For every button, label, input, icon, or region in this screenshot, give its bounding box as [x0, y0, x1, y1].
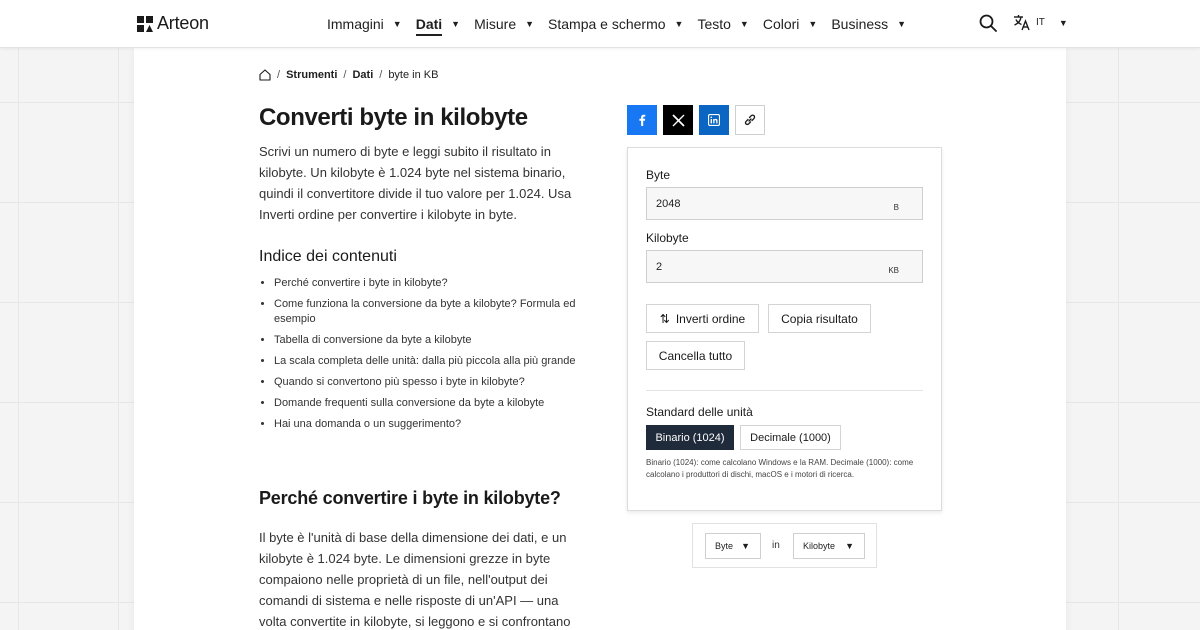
language-selector[interactable]: IT ▼	[1013, 14, 1068, 31]
breadcrumb-strumenti[interactable]: Strumenti	[286, 69, 337, 81]
table-of-contents: Perché convertire i byte in kilobyte? Co…	[274, 276, 584, 438]
home-icon[interactable]	[259, 69, 271, 81]
toc-item[interactable]: Come funziona la conversione da byte a k…	[274, 297, 584, 327]
link-icon	[744, 114, 756, 126]
chevron-down-icon: ▼	[674, 19, 684, 29]
copy-link-button[interactable]	[735, 105, 765, 135]
chevron-down-icon: ▼	[808, 19, 818, 29]
nav-item-dati[interactable]: Dati ▼	[415, 0, 461, 48]
nav-item-immagini[interactable]: Immagini ▼	[327, 0, 402, 48]
byte-input-value: 2048	[656, 197, 681, 210]
nav-item-business[interactable]: Business ▼	[831, 0, 906, 48]
decimal-standard-button[interactable]: Decimale (1000)	[740, 425, 841, 450]
clear-all-label: Cancella tutto	[658, 348, 733, 363]
chevron-down-icon: ▼	[741, 541, 750, 551]
breadcrumb-current: byte in KB	[388, 69, 439, 81]
copy-result-button[interactable]: Copia risultato	[768, 304, 871, 333]
translate-icon	[1014, 15, 1030, 31]
toc-item[interactable]: Domande frequenti sulla conversione da b…	[274, 396, 584, 411]
swap-order-label: Inverti ordine	[675, 311, 746, 326]
binary-standard-button[interactable]: Binario (1024)	[646, 425, 734, 450]
unit-standard-note: Binario (1024): come calcolano Windows e…	[646, 458, 914, 479]
nav-item-misure[interactable]: Misure ▼	[474, 0, 534, 48]
unit-connector-label: in	[772, 540, 780, 551]
share-bar	[627, 105, 765, 135]
toc-item[interactable]: Quando si convertono più spesso i byte i…	[274, 375, 584, 390]
toc-item[interactable]: La scala completa delle unità: dalla più…	[274, 354, 584, 369]
nav-item-stampa-e-schermo[interactable]: Stampa e schermo ▼	[548, 0, 683, 48]
x-icon	[671, 113, 685, 127]
chevron-down-icon: ▼	[739, 19, 749, 29]
search-button[interactable]	[979, 14, 999, 34]
byte-unit-suffix: B	[893, 203, 899, 212]
decimal-standard-label: Decimale (1000)	[750, 431, 831, 444]
chevron-down-icon: ▼	[392, 19, 402, 29]
binary-standard-label: Binario (1024)	[655, 431, 725, 444]
toc-item[interactable]: Hai una domanda o un suggerimento?	[274, 417, 584, 432]
search-icon	[979, 14, 997, 32]
unit-pair-selector: Byte ▼ in Kilobyte ▼	[692, 523, 877, 568]
nav-item-testo[interactable]: Testo ▼	[697, 0, 748, 48]
share-facebook-button[interactable]	[627, 105, 657, 135]
nav-label: Colori	[762, 16, 800, 32]
swap-order-button[interactable]: ⇅ Inverti ordine	[646, 304, 759, 333]
chevron-down-icon: ▼	[451, 19, 461, 29]
unit-standard-title: Standard delle unità	[646, 405, 753, 419]
language-code: IT	[1036, 17, 1045, 28]
nav-label: Dati	[415, 16, 443, 36]
copy-result-label: Copia risultato	[781, 311, 858, 326]
arteon-logo-icon	[137, 15, 153, 32]
linkedin-icon	[708, 114, 720, 126]
nav-label: Stampa e schermo	[548, 16, 666, 32]
nav-label: Misure	[474, 16, 517, 32]
share-x-button[interactable]	[663, 105, 693, 135]
nav-item-colori[interactable]: Colori ▼	[763, 0, 818, 48]
page-title: Converti byte in kilobyte	[259, 104, 528, 131]
top-header: Arteon Immagini ▼ Dati ▼ Misure ▼ Stampa…	[0, 0, 1200, 48]
toc-item[interactable]: Tabella di conversione da byte a kilobyt…	[274, 333, 584, 348]
breadcrumb-separator: /	[277, 69, 281, 81]
kilobyte-input[interactable]: 2 KB	[646, 250, 923, 283]
main-nav: Immagini ▼ Dati ▼ Misure ▼ Stampa e sche…	[327, 0, 920, 48]
chevron-down-icon: ▼	[525, 19, 535, 29]
section-title: Perché convertire i byte in kilobyte?	[259, 488, 561, 508]
from-unit-select[interactable]: Byte ▼	[705, 533, 761, 559]
brand-name: Arteon	[157, 13, 209, 33]
toc-title: Indice dei contenuti	[259, 248, 397, 265]
kilobyte-field-label: Kilobyte	[646, 231, 689, 245]
share-linkedin-button[interactable]	[699, 105, 729, 135]
kilobyte-input-value: 2	[656, 260, 663, 273]
kilobyte-unit-suffix: KB	[888, 266, 899, 275]
clear-all-button[interactable]: Cancella tutto	[646, 341, 745, 370]
divider	[646, 390, 923, 391]
brand-logo[interactable]: Arteon	[137, 13, 209, 34]
byte-field-label: Byte	[646, 168, 671, 182]
to-unit-value: Kilobyte	[803, 541, 836, 551]
breadcrumb-separator: /	[379, 69, 383, 81]
toc-item[interactable]: Perché convertire i byte in kilobyte?	[274, 276, 584, 291]
byte-input[interactable]: 2048 B	[646, 187, 923, 220]
chevron-down-icon: ▼	[845, 541, 854, 551]
nav-label: Immagini	[327, 16, 384, 32]
to-unit-select[interactable]: Kilobyte ▼	[793, 533, 865, 559]
chevron-down-icon: ▼	[1058, 17, 1068, 28]
from-unit-value: Byte	[715, 541, 734, 551]
section-text: Il byte è l'unità di base della dimensio…	[259, 530, 571, 629]
nav-label: Testo	[697, 16, 731, 32]
facebook-icon	[639, 114, 646, 126]
intro-text: Scrivi un numero di byte e leggi subito …	[259, 144, 572, 222]
converter-panel: Byte 2048 B Kilobyte 2 KB ⇅ Inverti ordi…	[627, 147, 942, 511]
swap-icon: ⇅	[659, 311, 670, 326]
breadcrumb: / Strumenti / Dati / byte in KB	[259, 69, 438, 81]
breadcrumb-separator: /	[343, 69, 347, 81]
chevron-down-icon: ▼	[897, 19, 907, 29]
nav-label: Business	[831, 16, 889, 32]
breadcrumb-dati[interactable]: Dati	[352, 69, 373, 81]
